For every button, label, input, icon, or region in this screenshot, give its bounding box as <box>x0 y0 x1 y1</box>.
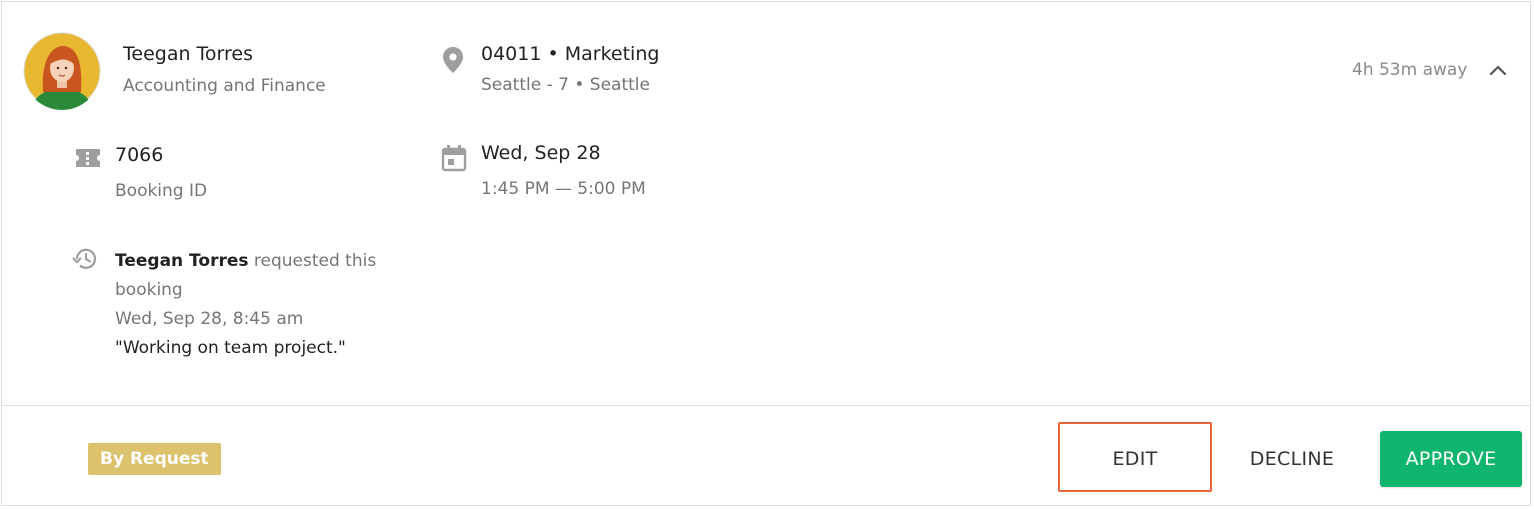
collapse-chevron-up-icon[interactable] <box>1487 60 1509 82</box>
footer-divider <box>2 405 1530 406</box>
location-subtitle: Seattle - 7 • Seattle <box>481 75 650 95</box>
history-requester: Teegan Torres <box>115 251 249 271</box>
avatar <box>23 32 101 110</box>
booking-date: Wed, Sep 28 <box>481 142 601 164</box>
by-request-badge: By Request <box>88 443 221 475</box>
ticket-icon <box>74 147 102 169</box>
booking-history: Teegan Torres requested this booking Wed… <box>115 247 385 363</box>
history-note: "Working on team project." <box>115 338 346 358</box>
away-status: 4h 53m away <box>1352 60 1468 80</box>
location-title: 04011 • Marketing <box>481 43 660 65</box>
booking-time-range: 1:45 PM — 5:00 PM <box>481 179 646 199</box>
history-icon <box>71 246 99 272</box>
approve-button[interactable]: APPROVE <box>1380 431 1522 487</box>
history-timestamp: Wed, Sep 28, 8:45 am <box>115 309 304 329</box>
user-name: Teegan Torres <box>123 43 254 65</box>
booking-card: Teegan Torres Accounting and Finance 040… <box>1 1 1531 506</box>
decline-button[interactable]: DECLINE <box>1224 432 1360 486</box>
booking-id-value: 7066 <box>115 144 164 166</box>
location-pin-icon <box>442 46 464 74</box>
edit-button[interactable]: EDIT <box>1058 422 1212 492</box>
booking-id-label: Booking ID <box>115 181 208 201</box>
calendar-icon <box>441 144 467 172</box>
user-department: Accounting and Finance <box>123 76 326 96</box>
